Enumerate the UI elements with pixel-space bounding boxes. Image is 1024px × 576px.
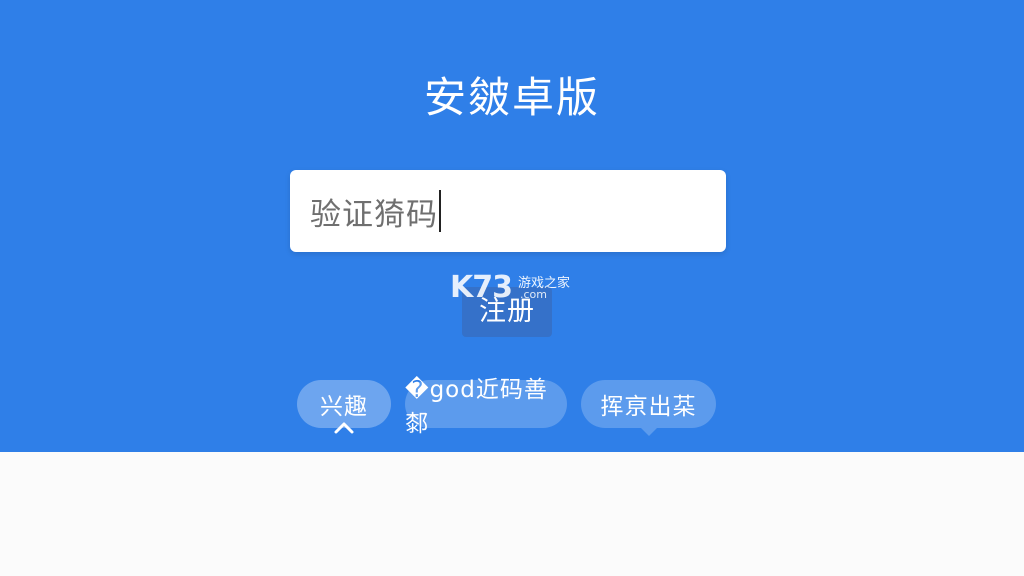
verification-code-value: 验证猗码 (310, 196, 438, 233)
tab-second[interactable]: �god近码善䣛 (405, 377, 567, 437)
watermark-k73-text: K73 (450, 270, 513, 305)
text-caret (439, 190, 441, 232)
k73-watermark-logo: K73 游戏之家 .com (450, 268, 590, 308)
verification-code-input[interactable]: 验证猗码 (290, 170, 726, 252)
tab-interest-label: 兴趣 (320, 394, 368, 420)
tab-second-label: �god近码善䣛 (405, 377, 548, 437)
tab-third-label: 挥亰出䒳 (600, 394, 697, 420)
header-panel: 安皴卓版 验证猗码 注册 K73 游戏之家 .com 兴趣 �god近码善䣛 挥… (0, 0, 1024, 452)
watermark-site-domain: .com (520, 288, 547, 301)
page-title: 安皴卓版 (423, 73, 600, 122)
content-area (0, 452, 1024, 576)
tab-third[interactable]: 挥亰出䒳 (581, 380, 716, 428)
chevron-up-icon (334, 422, 354, 434)
speech-bubble-tail-icon (641, 428, 657, 436)
